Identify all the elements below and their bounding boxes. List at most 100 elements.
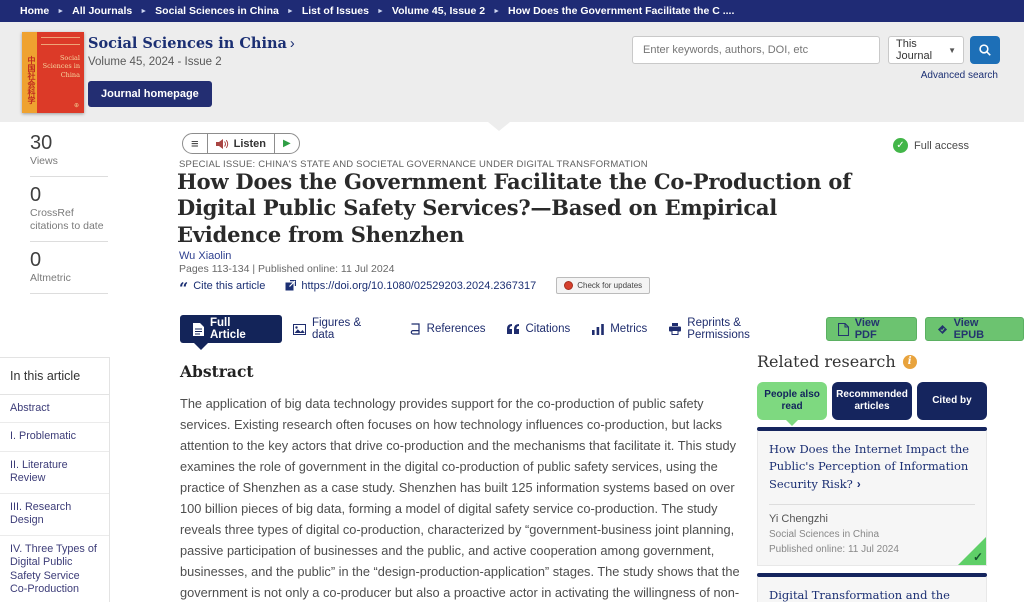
advanced-search-link[interactable]: Advanced search [921,70,998,81]
printer-icon [669,323,681,335]
issue-line[interactable]: Volume 45, 2024 - Issue 2 [88,56,222,68]
search-button[interactable] [970,36,1000,64]
related-item-author: Yi Chengzhi [769,513,975,525]
tab-people-also-read[interactable]: People also read [757,382,827,420]
crossmark-icon [564,281,573,290]
quote-icon: “ [179,284,188,294]
tab-full-article[interactable]: Full Article [180,315,282,343]
menu-icon: ≡ [191,137,199,150]
listen-play-button[interactable]: ▶ [274,134,299,153]
listen-label: Listen [234,138,266,150]
journal-cover-image[interactable]: 中国社会科学 Social Sciences in China ⊕ [22,32,84,113]
check-circle-icon: ✓ [893,138,908,153]
article-tabbar: Full Article Figures & data References C… [180,315,1024,343]
external-link-icon [285,280,296,291]
journal-cover-spine: 中国社会科学 [22,32,37,113]
views-count: 30 [30,132,108,154]
journal-cover-logo: ⊕ [74,102,79,109]
tab-metrics[interactable]: Metrics [581,323,658,335]
tab-references[interactable]: References [398,323,497,335]
related-item-meta: Yi Chengzhi Social Sciences in China Pub… [769,504,975,565]
full-access-label: Full access [914,140,969,152]
view-pdf-button[interactable]: View PDF [826,317,917,341]
author-link[interactable]: Wu Xiaolin [179,250,231,262]
toc-item-literature-review[interactable]: II. Literature Review [0,452,109,494]
related-research-panel: Related research i People also read Reco… [757,352,987,602]
chevron-right-icon: › [857,479,861,491]
divider [30,176,108,177]
tab-recommended-articles[interactable]: Recommended articles [832,382,912,420]
breadcrumb-home[interactable]: Home [20,5,49,17]
bar-chart-icon [592,324,604,335]
breadcrumb-separator-icon: ► [287,8,294,15]
listen-widget: ≡ Listen ▶ [182,133,300,154]
related-tabs: People also read Recommended articles Ci… [757,382,987,420]
listen-menu-button[interactable]: ≡ [183,134,207,153]
abstract-text: The application of big data technology p… [180,394,746,602]
journal-name-link[interactable]: Social Sciences in China› [88,35,295,52]
page: Home ► All Journals ► Social Sciences in… [0,0,1024,602]
breadcrumb-all-journals[interactable]: All Journals [72,5,132,17]
crossref-count: 0 [30,184,108,206]
check-for-updates-button[interactable]: Check for updates [556,277,650,294]
cite-row: “ Cite this article https://doi.org/10.1… [179,277,650,294]
citations-quote-icon [507,324,519,334]
related-research-heading: Related research [757,352,896,371]
toc-item-research-design[interactable]: III. Research Design [0,494,109,536]
abstract-heading: Abstract [180,362,746,381]
tab-figures-data[interactable]: Figures & data [282,317,398,341]
breadcrumb-issue[interactable]: Volume 45, Issue 2 [392,5,485,17]
search-icon [978,43,992,57]
divider [30,293,108,294]
related-item-journal: Social Sciences in China [769,529,975,540]
info-icon[interactable]: i [903,355,917,369]
document-icon [193,323,204,336]
breadcrumb-separator-icon: ► [377,8,384,15]
speaker-icon [216,138,229,150]
related-item-title-link[interactable]: Digital Transformation and the Frontier … [769,587,975,602]
altmetric-count: 0 [30,249,108,271]
search-input[interactable] [632,36,880,64]
views-label: Views [30,155,108,169]
publication-info: Pages 113-134 | Published online: 11 Jul… [179,263,394,275]
cite-article-link[interactable]: “ Cite this article [179,278,265,294]
chevron-down-icon: ▼ [948,46,956,55]
full-access-badge: ✓ Full access [893,138,969,153]
journal-homepage-button[interactable]: Journal homepage [88,81,212,107]
breadcrumb-current-article: How Does the Government Facilitate the C… [508,5,734,17]
in-this-article-panel: In this article Abstract I. Problematic … [0,357,110,602]
journal-banner: 中国社会科学 Social Sciences in China ⊕ Social… [0,22,1024,122]
related-research-heading-row: Related research i [757,352,987,371]
chevron-right-icon: › [290,36,295,52]
doi-link[interactable]: https://doi.org/10.1080/02529203.2024.23… [285,280,536,292]
divider [30,241,108,242]
toc-item-abstract[interactable]: Abstract [0,395,109,423]
view-epub-button[interactable]: View EPUB [925,317,1024,341]
tab-reprints-permissions[interactable]: Reprints & Permissions [658,317,817,341]
check-icon: ✓ [973,550,983,564]
related-item: Digital Transformation and the Frontier … [757,577,987,602]
related-item: How Does the Internet Impact the Public'… [757,431,987,566]
altmetric-label: Altmetric [30,272,108,286]
related-item-title-link[interactable]: How Does the Internet Impact the Public'… [769,441,975,494]
toc-item-three-types[interactable]: IV. Three Types of Digital Public Safety… [0,536,109,602]
tab-cited-by[interactable]: Cited by [917,382,987,420]
tab-citations[interactable]: Citations [496,323,581,335]
abstract-section: Abstract The application of big data tec… [180,362,746,602]
crossref-label: CrossRef citations to date [30,207,108,234]
listen-button[interactable]: Listen [207,134,274,153]
breadcrumb-list-of-issues[interactable]: List of Issues [302,5,369,17]
related-item-published: Published online: 11 Jul 2024 [769,544,975,555]
article-metrics: 30 Views 0 CrossRef citations to date 0 … [30,132,108,301]
journal-cover-title: Social Sciences in China [42,54,80,79]
journal-cover-main: Social Sciences in China ⊕ [37,32,84,113]
pdf-icon [838,323,849,336]
article-title: How Does the Government Facilitate the C… [177,169,857,248]
toc-title: In this article [0,358,109,395]
breadcrumb: Home ► All Journals ► Social Sciences in… [0,0,1024,22]
search-scope-select[interactable]: This Journal ▼ [888,36,964,64]
epub-diamond-icon [937,324,948,335]
breadcrumb-journal[interactable]: Social Sciences in China [155,5,279,17]
toc-item-problematic[interactable]: I. Problematic [0,423,109,451]
play-icon: ▶ [283,138,291,149]
